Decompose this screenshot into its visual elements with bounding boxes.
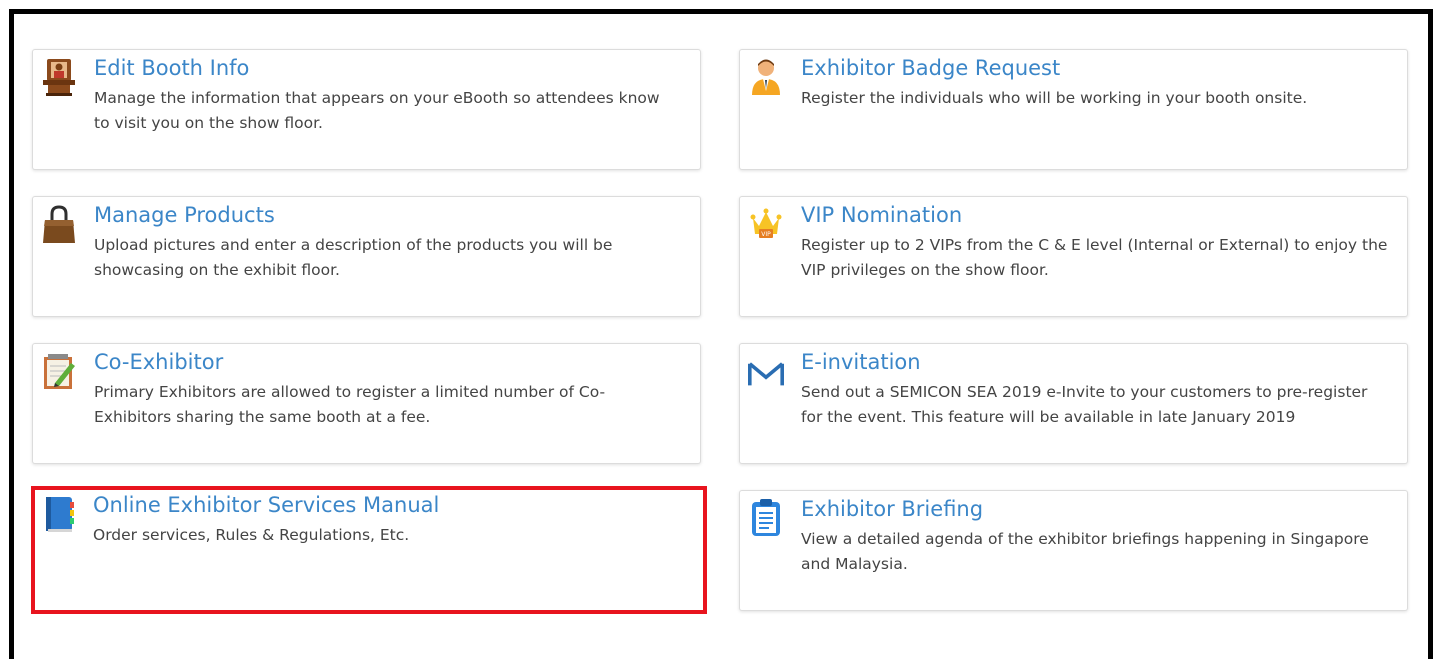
shopping-bag-icon [41,204,77,244]
card-description: Primary Exhibitors are allowed to regist… [94,380,694,430]
card-co-exhibitor[interactable]: Co-Exhibitor Primary Exhibitors are allo… [32,343,701,464]
description-line: Order services, Rules & Regulations, Etc… [93,526,410,544]
notepad-pencil-icon [41,351,77,391]
description-line: Manage the information that appears on y… [94,89,660,107]
description-line: Primary Exhibitors are allowed to regist… [94,383,606,401]
description-line: and Malaysia. [801,555,908,573]
card-description: Upload pictures and enter a description … [94,233,694,283]
card-description: Register the individuals who will be wor… [801,86,1401,111]
description-line: View a detailed agenda of the exhibitor … [801,530,1369,548]
card-e-invitation[interactable]: E-invitation Send out a SEMICON SEA 2019… [739,343,1408,464]
card-description: Manage the information that appears on y… [94,86,694,136]
card-title[interactable]: Co-Exhibitor [94,347,223,377]
booth-icon [41,57,77,97]
card-title[interactable]: E-invitation [801,347,921,377]
card-edit-booth-info[interactable]: Edit Booth Info Manage the information t… [32,49,701,170]
clipboard-icon [748,498,784,538]
card-exhibitor-badge-request[interactable]: Exhibitor Badge Request Register the ind… [739,49,1408,170]
card-description: Register up to 2 VIPs from the C & E lev… [801,233,1401,283]
card-description: View a detailed agenda of the exhibitor … [801,527,1401,577]
card-title[interactable]: Exhibitor Briefing [801,494,983,524]
description-line: VIP privileges on the show floor. [801,261,1049,279]
mail-icon [748,351,784,391]
description-line: for the event. This feature will be avai… [801,408,1296,426]
description-line: Send out a SEMICON SEA 2019 e-Invite to … [801,383,1368,401]
card-exhibitor-briefing[interactable]: Exhibitor Briefing View a detailed agend… [739,490,1408,611]
card-manage-products[interactable]: Manage Products Upload pictures and ente… [32,196,701,317]
description-line: to visit you on the show floor. [94,114,323,132]
card-title[interactable]: Manage Products [94,200,275,230]
vip-crown-icon: VIP [748,204,784,244]
description-line: showcasing on the exhibit floor. [94,261,340,279]
description-line: Exhibitors sharing the same booth at a f… [94,408,431,426]
card-online-exhibitor-services-manual[interactable]: Online Exhibitor Services Manual Order s… [31,486,707,614]
description-line: Register up to 2 VIPs from the C & E lev… [801,236,1388,254]
card-title[interactable]: VIP Nomination [801,200,962,230]
card-title[interactable]: Online Exhibitor Services Manual [93,490,439,520]
manual-book-icon [40,494,76,534]
card-title[interactable]: Exhibitor Badge Request [801,53,1060,83]
card-description: Order services, Rules & Regulations, Etc… [93,523,693,548]
card-vip-nomination[interactable]: VIP VIP Nomination Register up to 2 VIPs… [739,196,1408,317]
person-badge-icon [748,57,784,97]
card-description: Send out a SEMICON SEA 2019 e-Invite to … [801,380,1401,430]
description-line: Register the individuals who will be wor… [801,89,1308,107]
card-title[interactable]: Edit Booth Info [94,53,249,83]
svg-text:VIP: VIP [761,231,771,238]
description-line: Upload pictures and enter a description … [94,236,613,254]
